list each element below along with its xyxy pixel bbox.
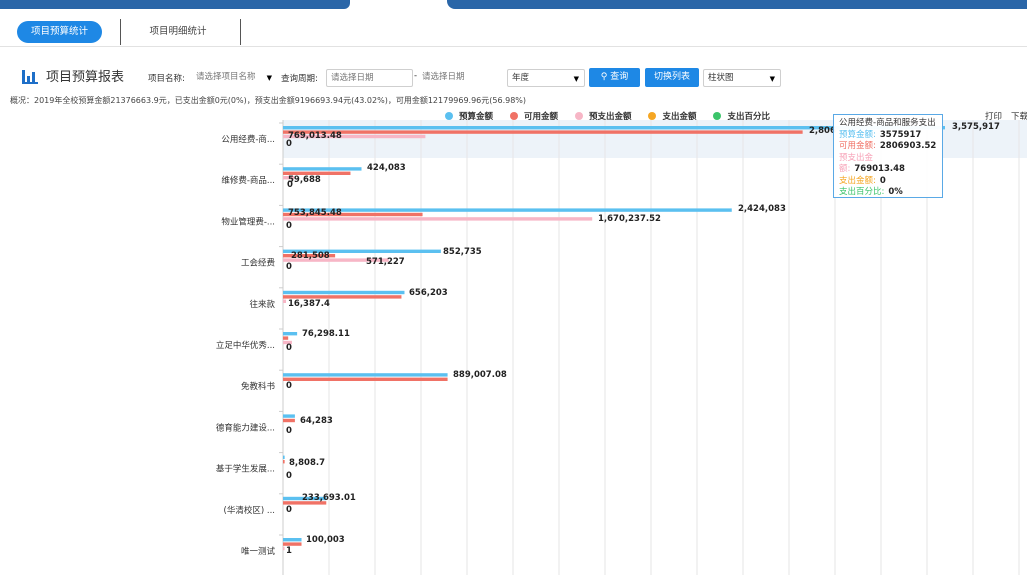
data-label: 2,424,083 [738, 204, 786, 214]
data-label: 0 [286, 262, 292, 272]
data-label: 0 [286, 426, 292, 436]
query-button[interactable]: ⚲ 查询 [589, 68, 640, 87]
period-type-select[interactable]: 年度 ▼ [507, 69, 585, 87]
data-label: 0 [286, 505, 292, 515]
bar-budget[interactable] [283, 332, 298, 336]
dropdown-caret-icon: ▼ [573, 75, 579, 83]
bar-available[interactable] [283, 377, 448, 381]
data-label: 0 [286, 139, 292, 149]
tab-divider [240, 19, 241, 45]
tab-bar: 项目预算统计 项目明细统计 [0, 11, 1027, 47]
project-name-label: 项目名称: [148, 74, 185, 84]
bar-available[interactable] [283, 418, 295, 423]
bar-budget[interactable] [283, 455, 285, 459]
report-header: 项目预算报表 项目名称: 请选择项目名称 ▼ 查询周期: 请选择日期 - 请选择日… [0, 62, 1027, 88]
data-label: 0 [286, 343, 292, 353]
data-label: 233,693.01 [302, 493, 356, 503]
category-label: 免教科书 [241, 381, 276, 392]
category-label: 物业管理费-... [221, 216, 275, 227]
bar-budget[interactable] [283, 290, 405, 295]
category-label: 基于学生发展... [216, 464, 275, 475]
data-label: 59,688 [288, 175, 321, 185]
start-date-input[interactable]: 请选择日期 [326, 69, 413, 87]
chart-tooltip: 公用经费-商品和服务支出 预算金额: 3575917 可用金额: 2806903.5… [833, 114, 943, 198]
bar-budget[interactable] [283, 414, 295, 418]
search-icon: ⚲ [600, 72, 608, 82]
bar-chart-icon [22, 68, 38, 84]
data-label: 571,227 [366, 257, 405, 267]
top-banner-strip [0, 0, 1027, 11]
data-label: 0 [286, 381, 292, 391]
data-label: 753,845.48 [288, 208, 342, 218]
data-label: 769,013.48 [288, 131, 342, 141]
tooltip-row-available: 可用金额: 2806903.52 [839, 141, 937, 151]
period-label: 查询周期: [281, 74, 318, 84]
chart-type-select[interactable]: 柱状图 ▼ [703, 69, 781, 87]
tooltip-row-budget: 预算金额: 3575917 [839, 129, 922, 140]
bar-pre-expense[interactable] [283, 546, 285, 551]
switch-list-button[interactable]: 切换列表 [645, 68, 699, 87]
dropdown-caret-icon: ▼ [266, 74, 272, 82]
data-label: 0 [286, 221, 292, 231]
category-label: 维修费-商品... [221, 175, 275, 186]
data-label: 76,298.11 [302, 329, 350, 339]
category-label: 往来款 [249, 299, 275, 310]
data-label: 64,283 [300, 416, 333, 426]
tooltip-row-pre-expense: 预支出金额: 769013.48 [839, 152, 905, 175]
data-label: 656,203 [409, 288, 448, 298]
category-label: 立足中华优秀... [216, 340, 275, 351]
tooltip-title: 公用经费-商品和服务支出 [839, 118, 936, 128]
data-label: 16,387.4 [288, 299, 330, 309]
category-label: 工会经费 [241, 258, 276, 269]
data-label: 1,670,237.52 [598, 214, 661, 224]
tooltip-row-expense-pct: 支出百分比: 0% [839, 187, 903, 197]
data-label: 100,003 [306, 535, 345, 545]
tooltip-row-expense: 支出金额: 0 [839, 175, 886, 186]
data-label: 0 [286, 471, 292, 481]
project-name-select[interactable]: 请选择项目名称 ▼ [192, 69, 277, 87]
date-separator: - [414, 71, 418, 81]
data-label: 2,806 [809, 126, 836, 136]
data-label: 852,735 [443, 247, 482, 257]
bar-budget[interactable] [283, 373, 448, 377]
tab-project-detail-stats[interactable]: 项目明细统计 [128, 21, 228, 43]
bar-available[interactable] [283, 460, 285, 464]
summary-text: 概况：2019年全校预算金额21376663.9元，已支出金额0元(0%)，预支… [10, 96, 527, 105]
bar-available[interactable] [283, 336, 289, 340]
data-label: 424,083 [367, 163, 406, 173]
category-label: 德育能力建设... [216, 422, 275, 433]
category-label: (华清校区) ... [224, 505, 275, 516]
page-title: 项目预算报表 [46, 70, 125, 85]
bar-budget[interactable] [283, 208, 732, 212]
data-label: 3,575,917 [952, 122, 1000, 132]
bar-available[interactable] [283, 130, 803, 134]
tab-project-budget-stats[interactable]: 项目预算统计 [17, 21, 102, 43]
bar-budget[interactable] [283, 538, 302, 542]
dropdown-caret-icon: ▼ [769, 75, 775, 83]
category-label: 唯一测试 [241, 546, 276, 557]
data-label: 8,808.7 [289, 458, 325, 468]
tab-divider [120, 19, 121, 45]
data-label: 1 [286, 546, 292, 556]
end-date-input[interactable]: 请选择日期 [418, 69, 503, 87]
category-label: 公用经费-商... [221, 134, 275, 145]
data-label: 889,007.08 [453, 370, 507, 380]
data-label: 0 [287, 180, 293, 190]
bar-budget[interactable] [283, 167, 362, 171]
bar-pre-expense[interactable] [283, 299, 287, 303]
data-label: 281,508 [291, 251, 330, 261]
